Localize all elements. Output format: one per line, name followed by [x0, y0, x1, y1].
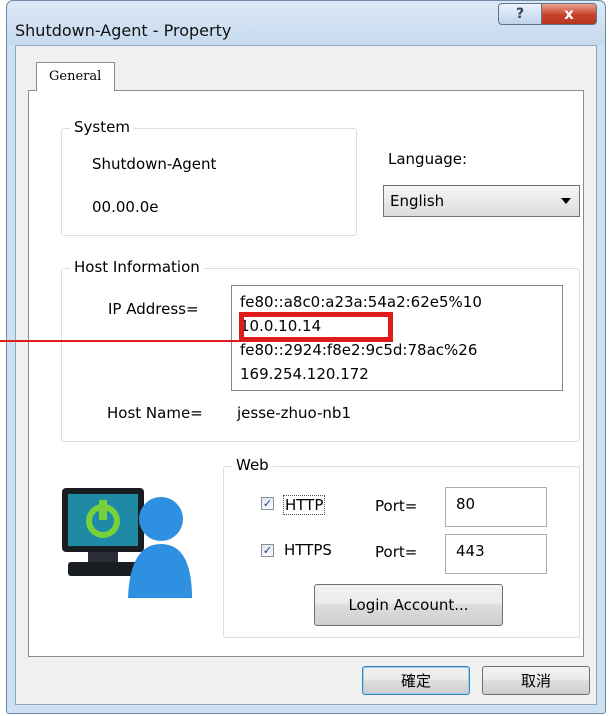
help-button[interactable]: ? — [498, 3, 542, 25]
close-button[interactable]: x — [541, 3, 597, 25]
cancel-button-label: 取消 — [520, 672, 551, 690]
http-checkbox[interactable]: ✓ — [261, 497, 274, 510]
tab-general[interactable]: General — [36, 62, 115, 91]
system-name: Shutdown-Agent — [92, 155, 217, 173]
host-name-label: Host Name= — [107, 404, 203, 422]
https-label[interactable]: HTTPS — [284, 541, 332, 559]
host-information-group-label: Host Information — [70, 258, 204, 276]
window-title: Shutdown-Agent - Property — [15, 21, 232, 40]
https-port-value: 443 — [456, 542, 485, 560]
http-label[interactable]: HTTP — [283, 495, 326, 515]
http-port-value: 80 — [456, 495, 476, 513]
system-version: 00.00.0e — [92, 198, 159, 216]
https-checkbox[interactable]: ✓ — [261, 544, 274, 557]
https-port-input[interactable]: 443 — [445, 534, 547, 574]
annotation-pointer-line — [0, 340, 240, 342]
language-label: Language: — [388, 150, 468, 168]
help-icon: ? — [515, 6, 525, 22]
language-selected-value: English — [390, 192, 445, 210]
shutdown-agent-icon — [62, 488, 192, 598]
close-icon: x — [564, 5, 574, 23]
ip-address-label: IP Address= — [108, 300, 199, 318]
http-port-input[interactable]: 80 — [445, 487, 547, 527]
https-port-label: Port= — [375, 543, 418, 561]
system-group: System — [61, 118, 357, 236]
ok-button[interactable]: 確定 — [362, 666, 470, 695]
list-item[interactable]: fe80::a8c0:a23a:54a2:62e5%10 — [240, 290, 562, 314]
http-port-label: Port= — [375, 497, 418, 515]
title-bar[interactable]: Shutdown-Agent - Property ? x — [7, 1, 605, 45]
web-group-label: Web — [232, 456, 273, 474]
login-account-button[interactable]: Login Account... — [314, 584, 503, 626]
annotation-highlight-box — [239, 312, 393, 342]
chevron-down-icon — [561, 198, 571, 204]
cancel-button[interactable]: 取消 — [482, 666, 590, 695]
host-name-value: jesse-zhuo-nb1 — [237, 404, 351, 422]
ok-button-label: 確定 — [400, 672, 431, 690]
login-account-button-label: Login Account... — [348, 596, 469, 614]
system-group-label: System — [70, 118, 134, 136]
list-item[interactable]: 169.254.120.172 — [240, 362, 562, 386]
language-select[interactable]: English — [383, 185, 580, 217]
